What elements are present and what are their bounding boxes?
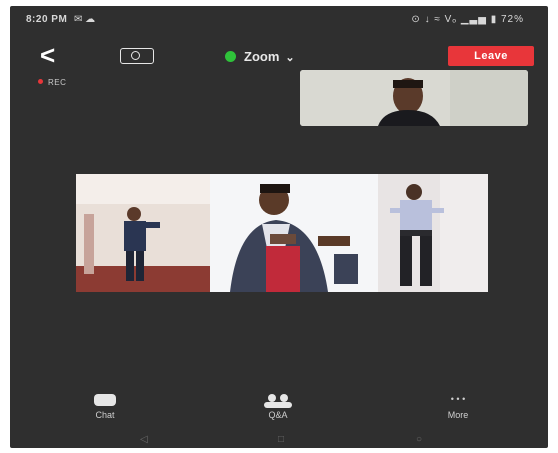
nav-recents-button[interactable]: ○ xyxy=(416,434,422,445)
qa-label: Q&A xyxy=(268,410,288,420)
chevron-down-icon: ⌄ xyxy=(285,52,295,64)
qa-tab[interactable]: Q&A xyxy=(248,390,308,420)
zoom-meeting-screen: 8:20 PM ✉ ☁ ⊙ ↓ ≈ Vₒ ▁▃▅ ▮ 72% < Zoom ⌄ L… xyxy=(10,6,548,448)
shared-photo-3 xyxy=(378,174,488,292)
more-dots: • • • xyxy=(450,394,466,404)
more-icon: • • • xyxy=(428,390,488,408)
shared-photo-1 xyxy=(76,174,210,292)
notification-icons: ✉ ☁ xyxy=(74,14,96,25)
recording-label: REC xyxy=(48,78,67,87)
meeting-title-dropdown[interactable]: Zoom ⌄ xyxy=(225,49,295,64)
system-navigation-bar: ◁ □ ○ xyxy=(10,434,548,448)
chat-label: Chat xyxy=(95,410,115,420)
self-view-image xyxy=(300,70,528,126)
more-label: More xyxy=(447,410,469,420)
chat-icon xyxy=(75,390,135,408)
recording-dot-icon xyxy=(38,79,43,84)
switch-camera-icon[interactable] xyxy=(120,48,154,64)
signal-icons: ⊙ ↓ ≈ Vₒ ▁▃▅ ▮ xyxy=(411,14,498,25)
nav-home-button[interactable]: □ xyxy=(278,434,284,445)
nav-back-button[interactable]: ◁ xyxy=(140,434,148,445)
battery-level: 72% xyxy=(500,14,524,25)
shared-screen-content[interactable] xyxy=(76,174,488,292)
recording-indicator: REC xyxy=(38,78,66,87)
status-indicators: ⊙ ↓ ≈ Vₒ ▁▃▅ ▮ 72% xyxy=(411,14,524,25)
self-view-video[interactable] xyxy=(300,70,528,126)
encryption-shield-icon xyxy=(225,51,236,62)
status-time: 8:20 PM xyxy=(26,14,68,25)
chat-tab[interactable]: Chat xyxy=(75,390,135,420)
back-button[interactable]: < xyxy=(40,40,66,70)
shared-photo-2 xyxy=(210,174,378,292)
more-tab[interactable]: • • • More xyxy=(428,390,488,420)
status-bar: 8:20 PM ✉ ☁ ⊙ ↓ ≈ Vₒ ▁▃▅ ▮ 72% xyxy=(10,6,548,32)
meeting-controls-bar: Chat Q&A • • • More xyxy=(10,390,548,434)
meeting-title: Zoom xyxy=(244,49,280,64)
participants-icon xyxy=(248,390,308,408)
camera-lens-icon xyxy=(131,51,140,60)
leave-button[interactable]: Leave xyxy=(448,46,534,66)
meeting-toolbar: < Zoom ⌄ Leave xyxy=(10,40,548,72)
